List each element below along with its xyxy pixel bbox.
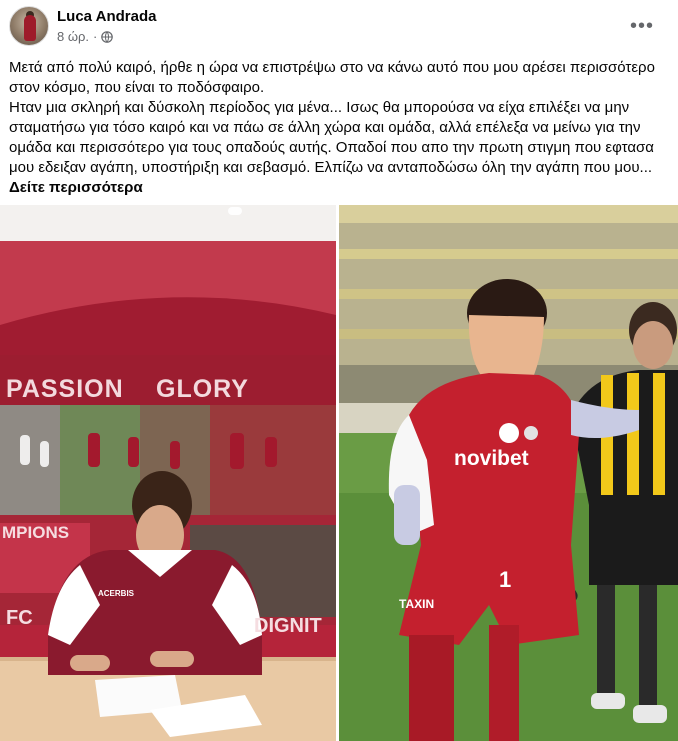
meta-separator: · <box>93 29 98 44</box>
more-horizontal-icon: ••• <box>629 15 654 37</box>
photo-match[interactable]: novibet 1 TAXIN <box>339 205 678 741</box>
post-text: Μετά από πολύ καιρό, ήρθε η ώρα να επιστ… <box>9 58 669 198</box>
author-name[interactable]: Luca Andrada <box>57 8 156 25</box>
post-photos: PASSION GLORY MPIONS FC DIGNIT ACERBIS n… <box>0 205 678 741</box>
author-avatar[interactable] <box>9 6 49 46</box>
post-paragraph-2-text: Ηταν μια σκληρή και δύσκολη περίοδος για… <box>9 99 654 176</box>
post-timestamp[interactable]: 8 ώρ. <box>57 29 89 44</box>
post-paragraph-2: Ηταν μια σκληρή και δύσκολη περίοδος για… <box>9 98 669 198</box>
globe-icon <box>101 30 114 43</box>
photo-signing[interactable]: PASSION GLORY MPIONS FC DIGNIT ACERBIS <box>0 205 336 741</box>
more-options-button[interactable]: ••• <box>628 12 656 40</box>
post-meta: 8 ώρ. · <box>57 29 114 44</box>
see-more-link[interactable]: Δείτε περισσότερα <box>9 179 143 196</box>
post-header: Luca Andrada 8 ώρ. · ••• <box>0 0 678 52</box>
post-paragraph-1: Μετά από πολύ καιρό, ήρθε η ώρα να επιστ… <box>9 59 655 96</box>
facebook-post: Luca Andrada 8 ώρ. · ••• Μετά από πολύ κ… <box>0 0 678 741</box>
